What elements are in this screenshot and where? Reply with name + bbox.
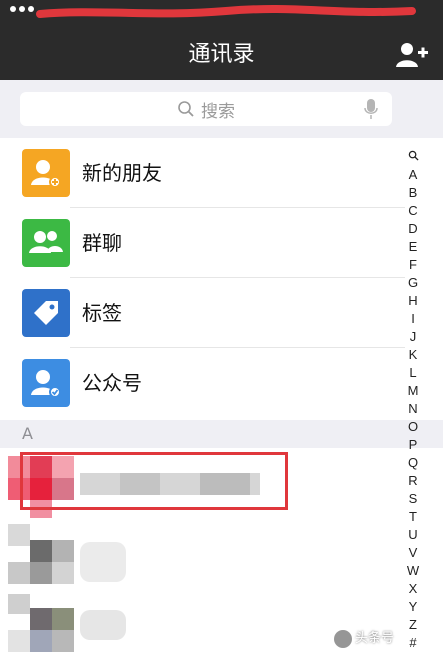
blurred-pixel [30, 562, 52, 584]
index-letter[interactable]: S [402, 490, 424, 508]
index-letter[interactable]: X [402, 580, 424, 598]
blurred-pixel [52, 630, 74, 652]
search-input[interactable]: 搜索 [20, 92, 392, 126]
watermark-text: 头条号 [355, 631, 395, 646]
index-letter[interactable]: R [402, 472, 424, 490]
index-search-icon[interactable] [402, 148, 424, 166]
index-letter[interactable]: L [402, 364, 424, 382]
blurred-pixel [52, 540, 74, 562]
index-letter[interactable]: D [402, 220, 424, 238]
index-letter[interactable]: H [402, 292, 424, 310]
signal-dots-icon [10, 6, 34, 12]
list-item-official-accounts[interactable]: 公众号 [0, 348, 405, 418]
index-letter[interactable]: W [402, 562, 424, 580]
blurred-pixel [30, 608, 52, 630]
search-placeholder: 搜索 [201, 101, 235, 122]
navigation-bar: 通讯录 [0, 30, 443, 80]
status-bar [0, 0, 443, 30]
list-item-group-chats[interactable]: 群聊 [0, 208, 405, 278]
blurred-pixel [8, 562, 30, 584]
index-letter[interactable]: K [402, 346, 424, 364]
index-letter[interactable]: C [402, 202, 424, 220]
index-letter[interactable]: B [402, 184, 424, 202]
add-friend-icon[interactable] [395, 40, 429, 70]
blurred-pixel [30, 630, 52, 652]
index-letter[interactable]: Y [402, 598, 424, 616]
tag-icon [22, 289, 70, 337]
index-letter[interactable]: U [402, 526, 424, 544]
blurred-pixel [52, 608, 74, 630]
index-letter[interactable]: O [402, 418, 424, 436]
microphone-icon[interactable] [364, 99, 378, 119]
blurred-pixel [30, 540, 52, 562]
blurred-pixel [8, 594, 30, 614]
index-letter[interactable]: F [402, 256, 424, 274]
redaction-scribble [36, 4, 416, 18]
blurred-pixel [52, 562, 74, 584]
blurred-pixel [8, 524, 30, 546]
official-account-icon [22, 359, 70, 407]
watermark: 头条号 [334, 628, 439, 650]
index-letter[interactable]: M [402, 382, 424, 400]
blurred-pixel [8, 630, 30, 652]
index-letter[interactable]: J [402, 328, 424, 346]
watermark-logo-icon [334, 629, 352, 648]
index-letter[interactable]: G [402, 274, 424, 292]
blurred-name [80, 542, 126, 582]
index-letter[interactable]: T [402, 508, 424, 526]
index-letter[interactable]: V [402, 544, 424, 562]
highlight-box [20, 452, 288, 510]
alphabet-index-bar[interactable]: A B C D E F G H I J K L M N O P Q R S T … [402, 148, 424, 652]
section-header: A [0, 420, 443, 448]
group-chat-icon [22, 219, 70, 267]
row-label: 公众号 [82, 371, 142, 395]
index-letter[interactable]: A [402, 166, 424, 184]
row-label: 新的朋友 [82, 161, 162, 185]
search-section: 搜索 [0, 80, 443, 138]
section-label: A [22, 424, 33, 443]
new-friend-icon [22, 149, 70, 197]
contact-row[interactable] [0, 520, 405, 590]
search-icon [178, 101, 194, 117]
index-letter[interactable]: I [402, 310, 424, 328]
index-letter[interactable]: Q [402, 454, 424, 472]
index-letter[interactable]: N [402, 400, 424, 418]
list-item-tags[interactable]: 标签 [0, 278, 405, 348]
index-letter[interactable]: P [402, 436, 424, 454]
list-item-new-friends[interactable]: 新的朋友 [0, 138, 405, 208]
page-title: 通讯录 [188, 42, 255, 67]
blurred-name [80, 610, 126, 640]
row-label: 群聊 [82, 231, 122, 255]
row-label: 标签 [82, 301, 122, 325]
index-letter[interactable]: E [402, 238, 424, 256]
